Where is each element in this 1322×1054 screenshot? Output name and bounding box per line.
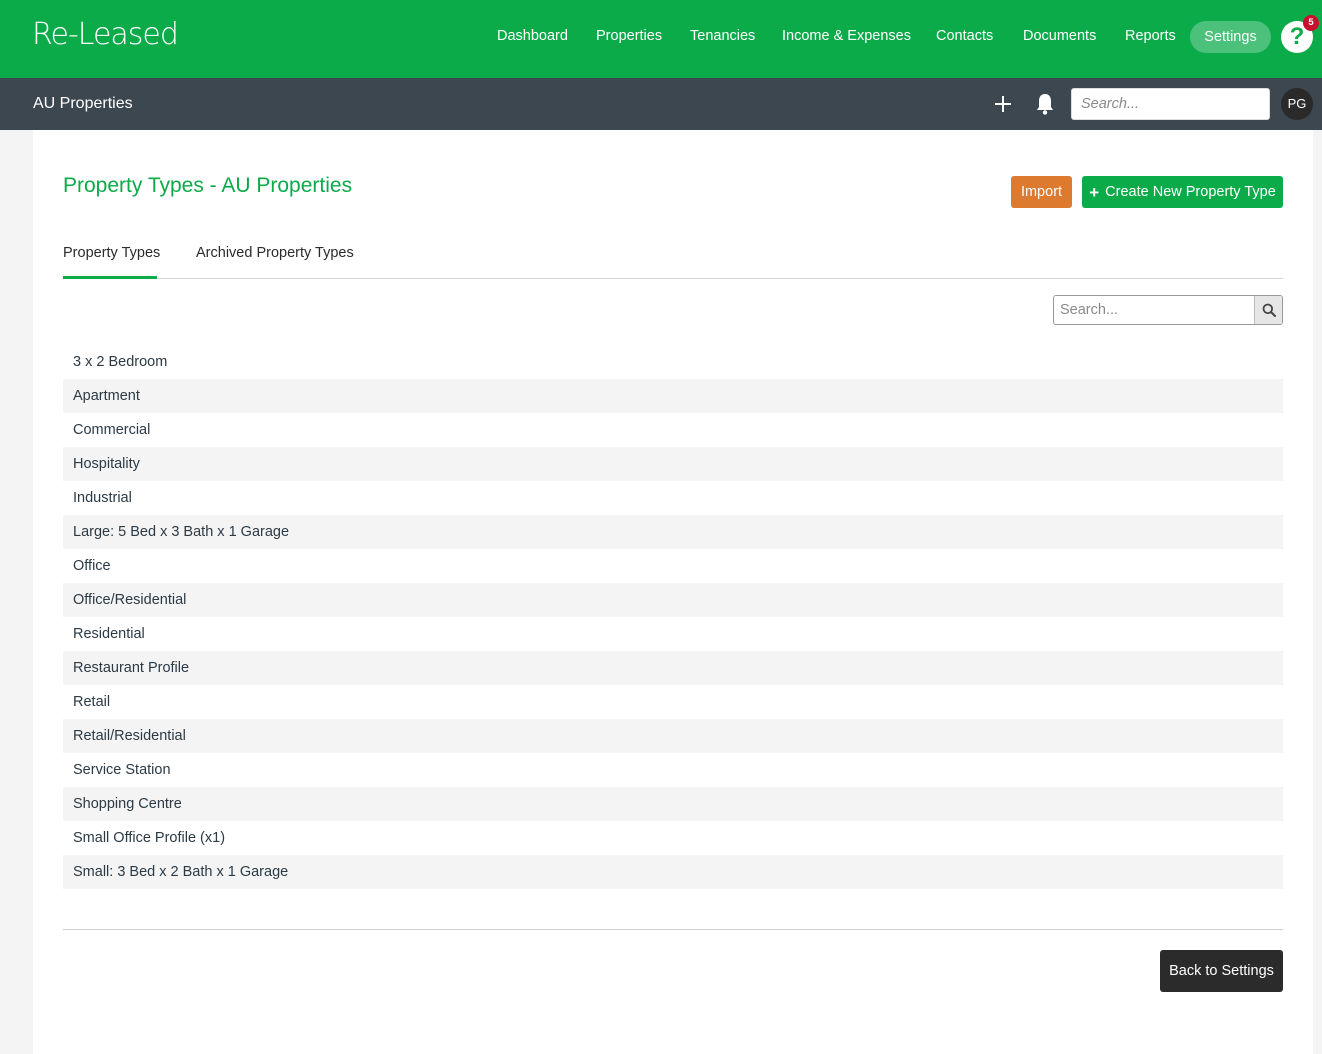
nav-reports[interactable]: Reports <box>1125 28 1176 44</box>
nav-documents[interactable]: Documents <box>1023 28 1096 44</box>
list-item[interactable]: Retail/Residential <box>63 719 1283 753</box>
plus-icon[interactable] <box>993 94 1013 114</box>
tab-property-types[interactable]: Property Types <box>63 245 160 261</box>
help-notification-badge: 5 <box>1303 15 1319 31</box>
nav-dashboard[interactable]: Dashboard <box>497 28 568 44</box>
list-item[interactable]: Shopping Centre <box>63 787 1283 821</box>
list-item[interactable]: Office <box>63 549 1283 583</box>
page-title: Property Types - AU Properties <box>63 174 353 197</box>
account-title[interactable]: AU Properties <box>33 95 133 113</box>
nav-contacts[interactable]: Contacts <box>936 28 993 44</box>
list-item[interactable]: 3 x 2 Bedroom <box>63 345 1283 379</box>
list-item[interactable]: Apartment <box>63 379 1283 413</box>
list-item[interactable]: Retail <box>63 685 1283 719</box>
nav-income-expenses[interactable]: Income & Expenses <box>782 28 911 44</box>
import-button[interactable]: Import <box>1011 176 1072 208</box>
nav-tenancies[interactable]: Tenancies <box>690 28 755 44</box>
list-item[interactable]: Residential <box>63 617 1283 651</box>
list-item[interactable]: Hospitality <box>63 447 1283 481</box>
list-item[interactable]: Commercial <box>63 413 1283 447</box>
content-panel: Property Types - AU Properties Import + … <box>33 130 1313 1054</box>
top-navbar: Re-Leased Dashboard Properties Tenancies… <box>0 0 1322 78</box>
nav-properties[interactable]: Properties <box>596 28 662 44</box>
list-item[interactable]: Office/Residential <box>63 583 1283 617</box>
list-item[interactable]: Service Station <box>63 753 1283 787</box>
tab-bar: Property Types Archived Property Types <box>63 230 1283 279</box>
list-search-input[interactable] <box>1054 296 1254 324</box>
account-bar: AU Properties PG <box>0 78 1322 130</box>
plus-icon: + <box>1089 182 1100 202</box>
list-item[interactable]: Small Office Profile (x1) <box>63 821 1283 855</box>
list-search <box>1053 295 1283 325</box>
active-tab-indicator <box>63 276 157 279</box>
property-type-list: 3 x 2 Bedroom Apartment Commercial Hospi… <box>63 345 1283 889</box>
list-item[interactable]: Large: 5 Bed x 3 Bath x 1 Garage <box>63 515 1283 549</box>
bell-icon[interactable] <box>1035 92 1055 116</box>
global-search-input[interactable] <box>1071 88 1270 120</box>
nav-settings[interactable]: Settings <box>1190 21 1271 53</box>
app-logo[interactable]: Re-Leased <box>32 17 179 52</box>
back-to-settings-button[interactable]: Back to Settings <box>1160 950 1283 992</box>
tab-archived-property-types[interactable]: Archived Property Types <box>196 245 354 261</box>
create-button-label: Create New Property Type <box>1105 184 1276 200</box>
avatar[interactable]: PG <box>1281 88 1313 120</box>
create-property-type-button[interactable]: + Create New Property Type <box>1082 176 1283 208</box>
list-item[interactable]: Industrial <box>63 481 1283 515</box>
footer-divider <box>63 929 1283 930</box>
search-icon[interactable] <box>1254 296 1282 324</box>
list-item[interactable]: Restaurant Profile <box>63 651 1283 685</box>
list-item[interactable]: Small: 3 Bed x 2 Bath x 1 Garage <box>63 855 1283 889</box>
